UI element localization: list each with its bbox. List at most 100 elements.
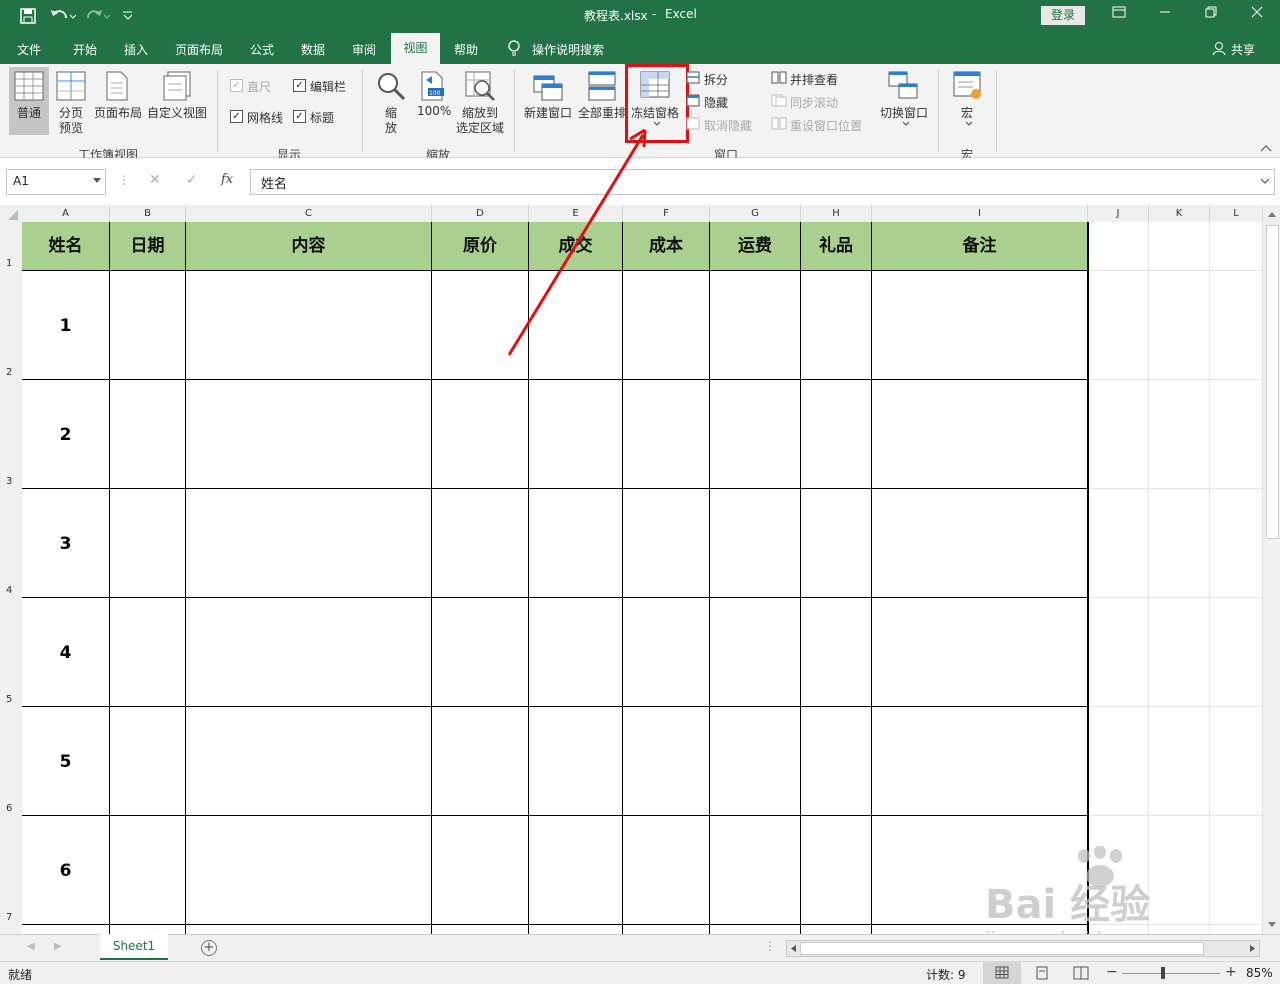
header-cell-date[interactable]: 日期 — [110, 222, 185, 270]
tab-review[interactable]: 审阅 — [352, 41, 376, 58]
cell-row-number[interactable]: 3 — [22, 534, 109, 554]
scroll-left-icon[interactable] — [790, 944, 797, 953]
page-layout-status-icon[interactable] — [1035, 966, 1049, 980]
header-cell-shipping[interactable]: 运费 — [710, 222, 800, 270]
column-header[interactable]: I — [872, 205, 1088, 222]
formula-input[interactable]: 姓名 — [250, 169, 1275, 195]
normal-view-status-button[interactable] — [983, 962, 1021, 984]
macros-icon[interactable] — [953, 71, 983, 101]
tab-file[interactable]: 文件 — [17, 41, 41, 58]
horizontal-scrollbar[interactable] — [786, 940, 1260, 957]
cell-row-number[interactable]: 1 — [22, 316, 109, 336]
header-cell-gift[interactable]: 礼品 — [801, 222, 871, 270]
zoom-slider-thumb[interactable] — [1161, 967, 1165, 979]
expand-formula-bar-icon[interactable] — [1260, 178, 1270, 185]
chevron-down-icon[interactable] — [901, 120, 911, 128]
header-cell-content[interactable]: 内容 — [186, 222, 431, 270]
cell-row-number[interactable]: 2 — [22, 425, 109, 445]
insert-function-icon[interactable]: fx — [221, 172, 233, 187]
share-button[interactable]: 共享 — [1231, 41, 1255, 58]
page-layout-icon[interactable] — [105, 71, 129, 101]
page-break-status-icon[interactable] — [1073, 966, 1089, 980]
vertical-scrollbar[interactable] — [1262, 205, 1280, 934]
hide-label[interactable]: 隐藏 — [704, 94, 728, 111]
column-header[interactable]: K — [1149, 205, 1210, 222]
cell-row-number[interactable]: 5 — [22, 752, 109, 772]
horizontal-scroll-thumb[interactable] — [800, 942, 1204, 955]
prev-sheet-icon[interactable]: ◀ — [27, 941, 35, 952]
table-border — [22, 924, 1088, 925]
zoom-level[interactable]: 85% — [1246, 966, 1273, 980]
unhide-label[interactable]: 取消隐藏 — [704, 117, 752, 134]
sync-scroll-icon[interactable] — [771, 94, 787, 107]
minimize-icon[interactable] — [1150, 4, 1180, 26]
chevron-down-icon[interactable] — [964, 120, 974, 128]
tell-me-search[interactable]: 操作说明搜索 — [532, 41, 604, 58]
login-button[interactable]: 登录 — [1041, 6, 1085, 25]
tab-data[interactable]: 数据 — [301, 41, 325, 58]
ribbon-display-icon[interactable] — [1104, 4, 1134, 26]
header-cell-name[interactable]: 姓名 — [22, 222, 109, 270]
zoom-slider-track[interactable] — [1122, 973, 1220, 974]
cancel-icon[interactable]: ✕ — [149, 172, 161, 188]
formula-bar-checkbox[interactable]: ✓ — [293, 79, 306, 92]
tab-split-grip-icon[interactable]: ⋮ — [764, 939, 776, 953]
redo-icon[interactable] — [86, 8, 112, 24]
split-label[interactable]: 拆分 — [704, 71, 728, 88]
save-icon[interactable] — [20, 8, 36, 24]
tab-insert[interactable]: 插入 — [124, 41, 148, 58]
side-by-side-icon[interactable] — [771, 71, 787, 84]
header-cell-notes[interactable]: 备注 — [872, 222, 1087, 270]
arrange-all-icon[interactable] — [588, 71, 616, 101]
collapse-ribbon-icon[interactable] — [1260, 145, 1272, 153]
reset-position-label[interactable]: 重设窗口位置 — [790, 117, 862, 134]
column-header[interactable]: G — [710, 205, 801, 222]
scroll-up-icon[interactable] — [1267, 211, 1277, 218]
column-header[interactable]: B — [110, 205, 186, 222]
add-sheet-icon[interactable]: + — [201, 940, 217, 956]
column-header[interactable]: C — [186, 205, 432, 222]
reset-position-icon[interactable] — [771, 117, 787, 130]
hide-icon[interactable] — [686, 94, 700, 107]
vertical-scroll-thumb[interactable] — [1266, 225, 1279, 539]
column-header[interactable]: L — [1210, 205, 1263, 222]
zoom-100-icon[interactable]: 100 — [420, 71, 446, 101]
customize-qat-icon[interactable] — [122, 10, 134, 22]
scroll-right-icon[interactable] — [1249, 944, 1256, 953]
split-icon[interactable] — [686, 71, 700, 84]
chevron-down-icon[interactable] — [93, 178, 101, 184]
side-by-side-label[interactable]: 并排查看 — [790, 71, 838, 88]
unhide-icon[interactable] — [686, 117, 700, 130]
sheet-tab-sheet1[interactable]: Sheet1 — [100, 934, 168, 960]
headings-checkbox[interactable]: ✓ — [293, 110, 306, 123]
tab-home[interactable]: 开始 — [73, 41, 97, 58]
switch-windows-icon[interactable] — [888, 71, 918, 101]
gridlines-checkbox[interactable]: ✓ — [230, 110, 243, 123]
tab-formulas[interactable]: 公式 — [250, 41, 274, 58]
ruler-checkbox[interactable]: ✓ — [230, 79, 243, 92]
new-window-icon[interactable] — [533, 71, 563, 101]
custom-views-icon[interactable] — [163, 71, 191, 101]
zoom-in-icon[interactable]: + — [1225, 964, 1237, 980]
column-header[interactable]: H — [801, 205, 872, 222]
next-sheet-icon[interactable]: ▶ — [54, 941, 62, 952]
column-header[interactable]: A — [22, 205, 110, 222]
tab-help[interactable]: 帮助 — [454, 41, 478, 58]
undo-icon[interactable] — [50, 8, 76, 24]
scroll-down-icon[interactable] — [1267, 921, 1277, 928]
zoom-to-selection-icon[interactable] — [465, 71, 495, 101]
magnifier-icon[interactable] — [376, 71, 406, 101]
restore-icon[interactable] — [1196, 4, 1226, 26]
page-break-preview-icon[interactable] — [56, 71, 86, 101]
enter-icon[interactable]: ✓ — [186, 172, 198, 188]
name-box[interactable]: A1 — [6, 169, 106, 195]
close-icon[interactable] — [1242, 4, 1272, 26]
sync-scroll-label[interactable]: 同步滚动 — [790, 94, 838, 111]
zoom-out-icon[interactable]: − — [1106, 964, 1118, 980]
tab-page-layout[interactable]: 页面布局 — [175, 41, 223, 58]
column-header[interactable]: J — [1088, 205, 1149, 222]
select-all-icon[interactable] — [7, 209, 19, 221]
cell-row-number[interactable]: 6 — [22, 861, 109, 881]
cell-row-number[interactable]: 4 — [22, 643, 109, 663]
tab-view[interactable]: 视图 — [391, 33, 440, 64]
